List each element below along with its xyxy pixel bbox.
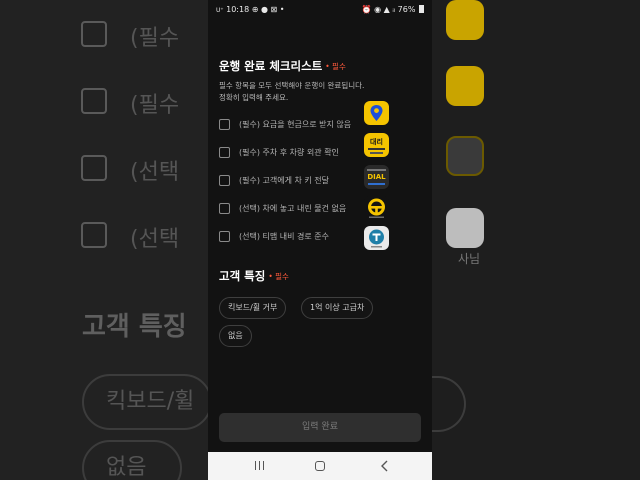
checklist-title: 운행 완료 체크리스트 • 필수	[219, 59, 346, 73]
status-bar: U⁺ 10:18 ⊕ ● ⊠ • ⏰ ◉ ▲ ᵢₗ 76%	[208, 2, 432, 18]
bg-row-text: (선택	[130, 160, 180, 185]
trait-chip-kickboard[interactable]: 킥보드/휠 거부	[219, 297, 287, 319]
back-icon[interactable]	[378, 459, 392, 473]
checkbox[interactable]	[219, 203, 230, 214]
bg-checkbox	[81, 222, 107, 248]
phone-screen: U⁺ 10:18 ⊕ ● ⊠ • ⏰ ◉ ▲ ᵢₗ 76% 운행 완료 체크리스…	[208, 0, 432, 480]
signal-icons: ⏰ ◉ ▲ ᵢₗ	[361, 5, 396, 14]
checklist-item[interactable]: (선택) 티맵 내비 경로 준수	[219, 230, 419, 244]
checkbox[interactable]	[219, 175, 230, 186]
checklist-item[interactable]: (선택) 차에 놓고 내린 물건 없음	[219, 202, 419, 216]
system-nav-bar	[208, 452, 432, 480]
bg-row-text: (선택	[130, 227, 180, 252]
trait-chip-luxury-car[interactable]: 1억 이상 고급차	[301, 297, 374, 319]
notification-icons: ⊕ ● ⊠ •	[251, 5, 285, 14]
bg-checkbox	[81, 155, 107, 181]
bg-chip: 킥보드/휠	[82, 374, 212, 430]
bg-checkbox	[81, 88, 107, 114]
battery-icon	[419, 5, 424, 13]
checklist-item[interactable]: (필수) 요금을 현금으로 받지 않음	[219, 118, 419, 132]
bg-app-icon	[446, 136, 484, 176]
bg-app-icon	[446, 0, 484, 40]
customer-traits-title: 고객 특징 • 필수	[219, 269, 289, 283]
trait-chip-none[interactable]: 없음	[219, 325, 252, 347]
bg-right-label: 사님	[458, 252, 481, 266]
location-pin-icon[interactable]	[364, 101, 389, 125]
checkbox[interactable]	[219, 231, 230, 242]
daeri-app-icon[interactable]: 대리	[364, 133, 389, 157]
home-icon[interactable]	[315, 461, 325, 471]
checklist-item-label: (필수) 주차 후 차량 외관 확인	[239, 148, 339, 157]
dial-app-icon[interactable]: DIAL	[364, 165, 389, 189]
bg-row-text: (필수	[130, 26, 180, 51]
recent-apps-icon[interactable]	[254, 461, 265, 470]
carrier-indicator: U⁺	[216, 7, 224, 14]
steering-wheel-icon[interactable]	[364, 196, 389, 220]
checklist-description: 필수 항목을 모두 선택해야 운행이 완료됩니다. 정확히 입력해 주세요.	[219, 81, 365, 102]
required-badge: • 필수	[325, 62, 346, 71]
checklist-item-label: (필수) 고객에게 차 키 전달	[239, 176, 330, 185]
checkbox[interactable]	[219, 147, 230, 158]
checkbox[interactable]	[219, 119, 230, 130]
tmap-icon[interactable]	[364, 226, 389, 250]
bg-section-title: 고객 특징	[82, 312, 187, 342]
checklist-item-label: (선택) 티맵 내비 경로 준수	[239, 232, 330, 241]
checklist-item[interactable]: (필수) 주차 후 차량 외관 확인	[219, 146, 419, 160]
bg-app-icon	[446, 66, 484, 106]
bg-app-icon	[446, 208, 484, 248]
bg-row-text: (필수	[130, 93, 180, 118]
submit-button[interactable]: 입력 완료	[219, 413, 421, 442]
checklist-item-label: (선택) 차에 놓고 내린 물건 없음	[239, 204, 347, 213]
checklist-item-label: (필수) 요금을 현금으로 받지 않음	[239, 120, 352, 129]
required-badge: • 필수	[268, 272, 289, 281]
bg-checkbox	[81, 21, 107, 47]
checklist-item[interactable]: (필수) 고객에게 차 키 전달	[219, 174, 419, 188]
battery-percent: 76%	[397, 5, 416, 14]
status-time: 10:18	[226, 5, 250, 14]
bg-chip: 없음	[82, 440, 182, 480]
